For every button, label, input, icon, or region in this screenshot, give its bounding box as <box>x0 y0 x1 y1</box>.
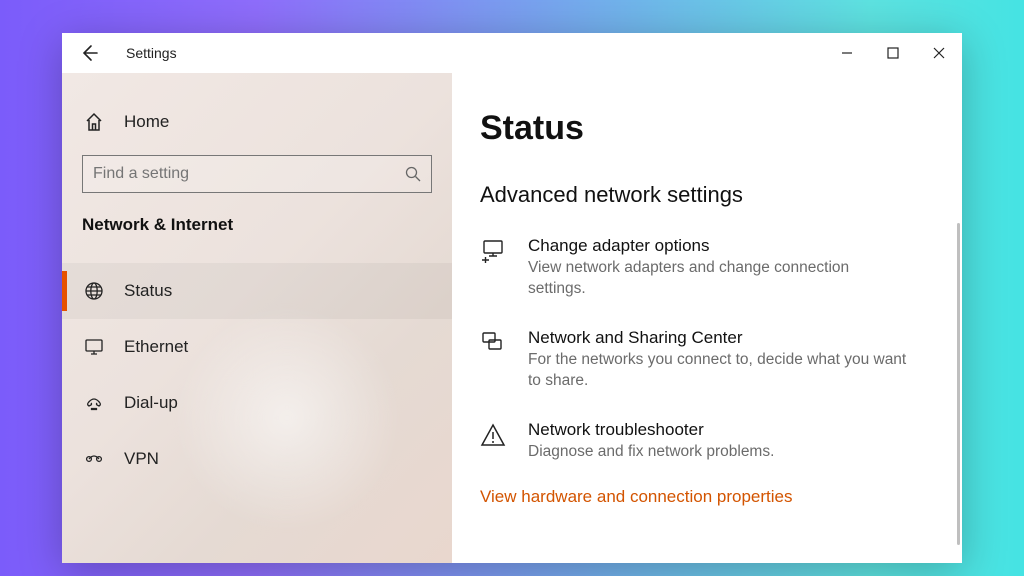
search-icon <box>405 166 421 182</box>
option-sharing-center[interactable]: Network and Sharing Center For the netwo… <box>480 324 934 416</box>
titlebar: Settings <box>62 33 962 73</box>
option-desc: View network adapters and change connect… <box>528 258 908 300</box>
option-desc: Diagnose and fix network problems. <box>528 442 774 463</box>
monitor-icon <box>82 337 106 357</box>
sidebar-item-vpn[interactable]: VPN <box>62 431 452 487</box>
sidebar-item-label: Dial-up <box>124 393 178 413</box>
sidebar-item-label: VPN <box>124 449 159 469</box>
sidebar-item-status[interactable]: Status <box>62 263 452 319</box>
option-title: Network troubleshooter <box>528 420 774 440</box>
sidebar-item-label: Status <box>124 281 172 301</box>
settings-window: Settings Home N <box>62 33 962 563</box>
sharing-icon <box>480 328 514 392</box>
sidebar-home-label: Home <box>124 112 169 132</box>
minimize-button[interactable] <box>824 33 870 73</box>
page-title: Status <box>480 109 934 148</box>
main-panel: Status Advanced network settings Change … <box>452 73 962 563</box>
sidebar-section-heading: Network & Internet <box>62 213 452 245</box>
sidebar: Home Network & Internet Status <box>62 73 452 563</box>
sidebar-item-ethernet[interactable]: Ethernet <box>62 319 452 375</box>
sidebar-item-label: Ethernet <box>124 337 188 357</box>
scrollbar[interactable] <box>957 223 960 545</box>
sidebar-home[interactable]: Home <box>62 99 452 145</box>
link-view-hardware[interactable]: View hardware and connection properties <box>480 487 934 507</box>
back-button[interactable] <box>80 44 98 62</box>
warning-icon <box>480 420 514 463</box>
maximize-button[interactable] <box>870 33 916 73</box>
sidebar-item-dialup[interactable]: Dial-up <box>62 375 452 431</box>
option-change-adapter[interactable]: Change adapter options View network adap… <box>480 232 934 324</box>
window-title: Settings <box>126 45 177 61</box>
option-desc: For the networks you connect to, decide … <box>528 350 908 392</box>
phone-icon <box>82 393 106 413</box>
adapter-icon <box>480 236 514 300</box>
option-troubleshooter[interactable]: Network troubleshooter Diagnose and fix … <box>480 416 934 487</box>
search-field[interactable] <box>93 165 405 183</box>
home-icon <box>82 112 106 132</box>
globe-icon <box>82 281 106 301</box>
search-input[interactable] <box>82 155 432 193</box>
option-title: Network and Sharing Center <box>528 328 908 348</box>
close-button[interactable] <box>916 33 962 73</box>
option-title: Change adapter options <box>528 236 908 256</box>
vpn-icon <box>82 449 106 469</box>
section-title: Advanced network settings <box>480 182 934 208</box>
